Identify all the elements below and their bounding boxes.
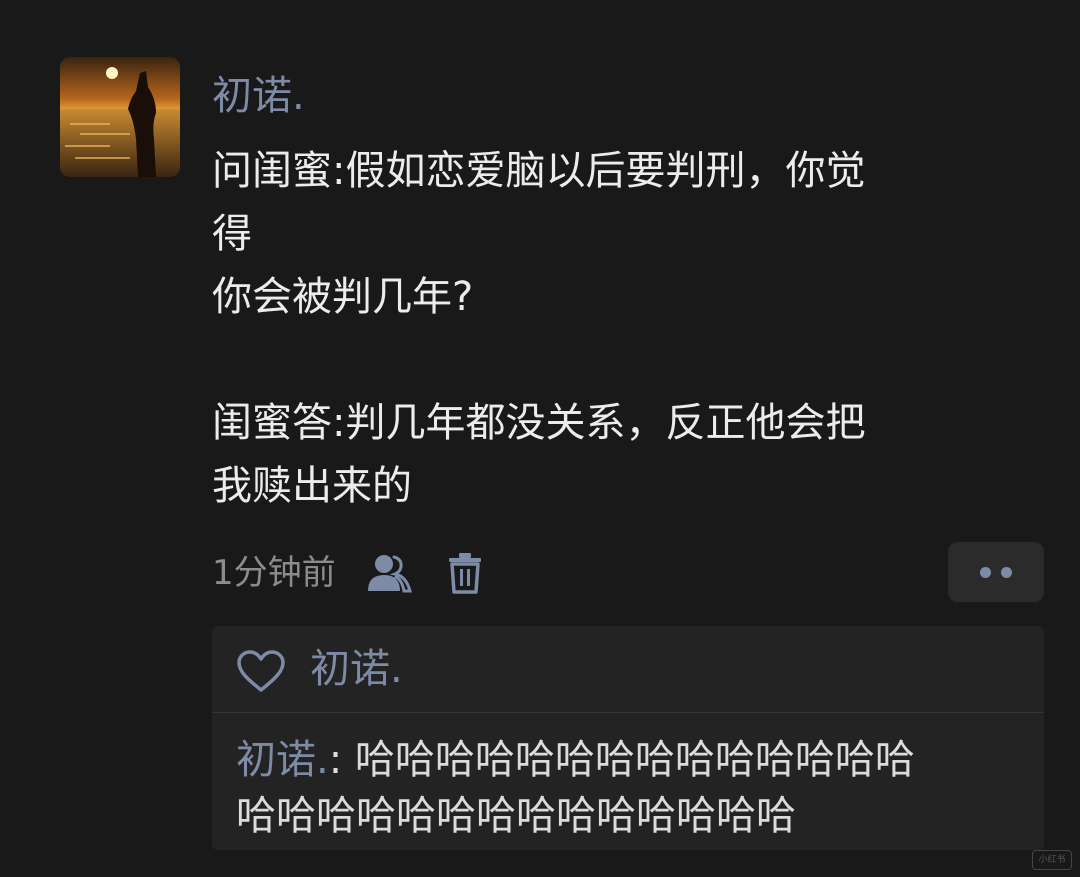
post-text-line [212, 329, 1042, 392]
post-text: 问闺蜜:假如恋爱脑以后要判刑，你觉 得 你会被判几年? 闺蜜答:判几年都没关系，… [212, 140, 1042, 518]
watermark: 小红书 [1032, 850, 1072, 870]
likes-row: 初诺. [212, 626, 1044, 713]
post-text-line: 你会被判几年? [212, 274, 474, 320]
more-dots-icon[interactable] [948, 542, 1044, 602]
comment-line: 初诺.: 哈哈哈哈哈哈哈哈哈哈哈哈哈哈 [236, 732, 1026, 788]
post-text-line: 我赎出来的 [212, 463, 412, 509]
avatar-image [60, 57, 180, 177]
post-meta-row: 1分钟前 [212, 548, 488, 598]
post-time: 1分钟前 [212, 553, 336, 593]
comment-line: 哈哈哈哈哈哈哈哈哈哈哈哈哈哈 [236, 793, 796, 839]
post-text-line: 闺蜜答:判几年都没关系，反正他会把 [212, 400, 866, 446]
more-dot [1001, 566, 1012, 578]
post-username[interactable]: 初诺. [212, 70, 305, 122]
post-text-line: 问闺蜜:假如恋爱脑以后要判刑，你觉 [212, 148, 866, 194]
post-text-line: 得 [212, 211, 252, 257]
comment: 初诺.: 哈哈哈哈哈哈哈哈哈哈哈哈哈哈 哈哈哈哈哈哈哈哈哈哈哈哈哈哈 [236, 732, 1026, 844]
comment-author[interactable]: 初诺. [236, 737, 329, 783]
liker-name[interactable]: 初诺. [310, 643, 403, 695]
comment-text: 哈哈哈哈哈哈哈哈哈哈哈哈哈哈 [354, 737, 915, 783]
more-dot [980, 566, 991, 578]
people-icon[interactable] [366, 550, 412, 596]
trash-icon[interactable] [442, 550, 488, 596]
comment-panel: 初诺. 初诺.: 哈哈哈哈哈哈哈哈哈哈哈哈哈哈 哈哈哈哈哈哈哈哈哈哈哈哈哈哈 [212, 626, 1044, 850]
avatar[interactable] [60, 57, 180, 177]
heart-icon[interactable] [236, 650, 286, 698]
comment-separator: : [328, 737, 355, 783]
